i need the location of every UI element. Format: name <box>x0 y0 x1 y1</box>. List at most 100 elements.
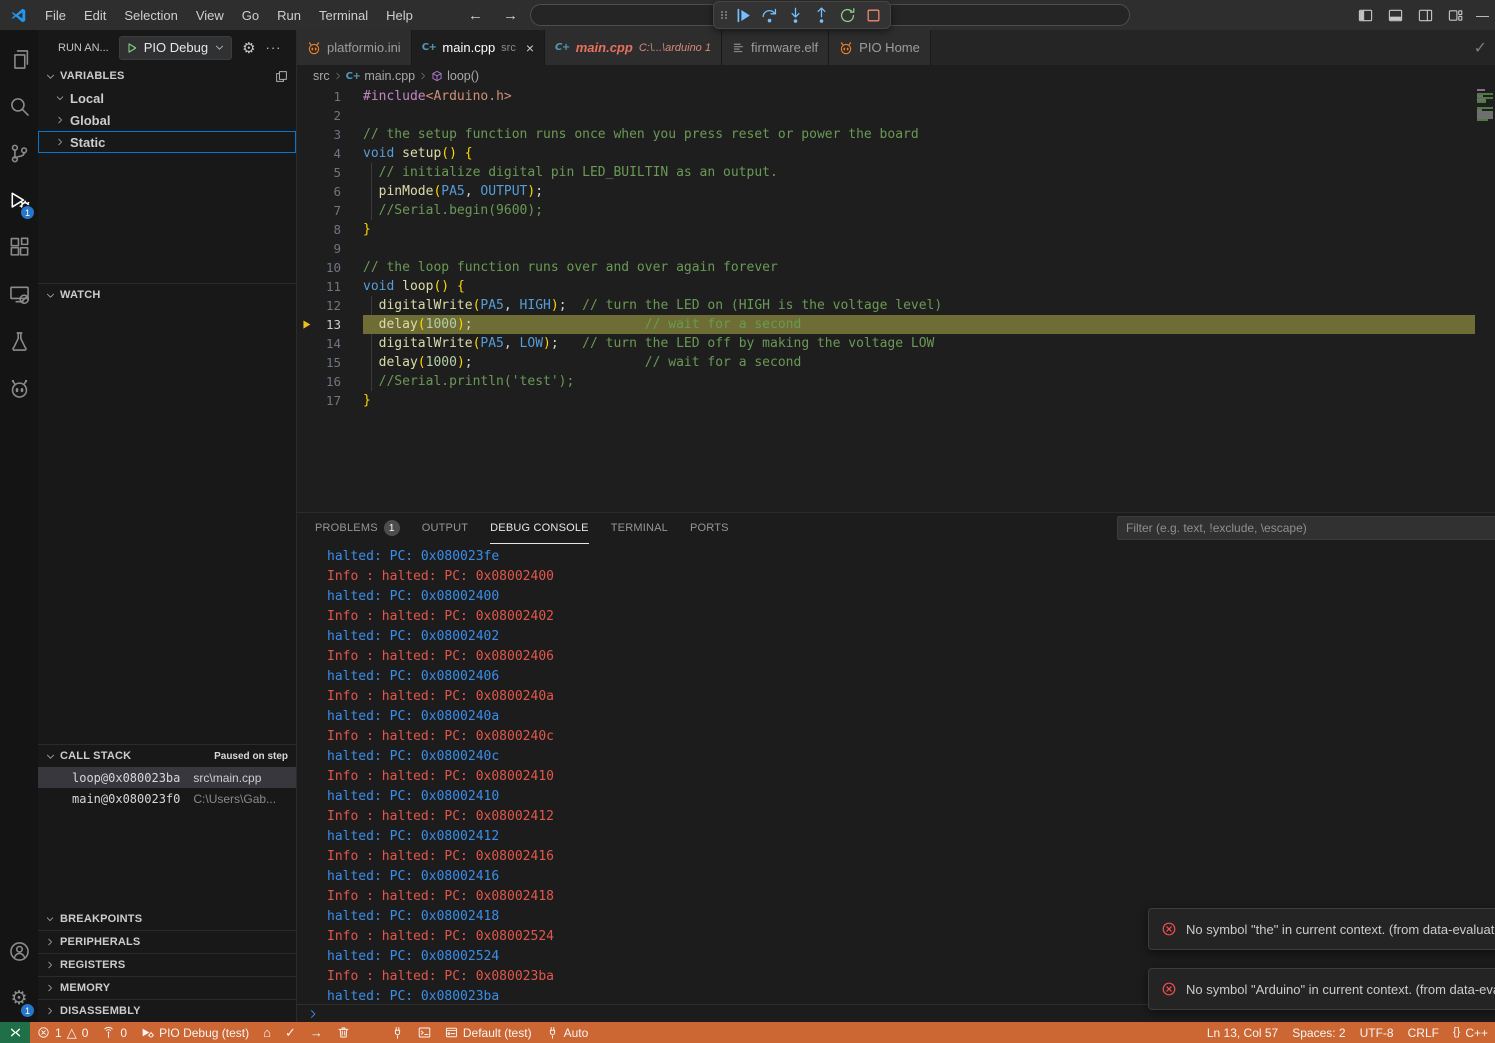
activity-settings[interactable]: ⚙1 <box>0 975 38 1022</box>
glyph-margin[interactable] <box>297 334 317 353</box>
continue-button[interactable] <box>731 3 755 27</box>
tab-pio-home[interactable]: PIO Home <box>829 30 931 65</box>
restart-button[interactable] <box>835 3 859 27</box>
pio-test-button[interactable] <box>357 1022 384 1043</box>
disassembly-header[interactable]: DISASSEMBLY <box>38 1000 296 1022</box>
menu-view[interactable]: View <box>187 0 233 30</box>
breakpoints-header[interactable]: BREAKPOINTS <box>38 908 296 930</box>
activity-remote-explorer[interactable] <box>0 271 38 318</box>
line-content[interactable] <box>363 239 1475 258</box>
glyph-margin[interactable] <box>297 201 317 220</box>
panel-tab-output[interactable]: OUTPUT <box>422 513 468 544</box>
glyph-margin[interactable] <box>297 296 317 315</box>
activity-source-control[interactable] <box>0 130 38 177</box>
indentation[interactable]: Spaces: 2 <box>1285 1022 1352 1043</box>
variables-scope-global[interactable]: Global <box>38 109 296 131</box>
step-out-button[interactable] <box>809 3 833 27</box>
glyph-margin[interactable] <box>297 258 317 277</box>
tab-firmware-elf[interactable]: firmware.elf <box>722 30 829 65</box>
line-content[interactable]: } <box>363 391 1475 410</box>
activity-accounts[interactable] <box>0 928 38 975</box>
gear-icon[interactable]: ⚙ <box>242 39 255 57</box>
glyph-margin[interactable] <box>297 144 317 163</box>
pio-build-button[interactable]: ✓ <box>278 1022 303 1043</box>
line-content[interactable]: digitalWrite(PA5, LOW); // turn the LED … <box>363 334 1475 353</box>
console-filter-input[interactable] <box>1117 516 1495 540</box>
glyph-margin[interactable] <box>297 220 317 239</box>
forward-icon[interactable]: → <box>503 7 518 24</box>
line-content[interactable]: // the loop function runs over and over … <box>363 258 1475 277</box>
step-over-button[interactable] <box>757 3 781 27</box>
menu-go[interactable]: Go <box>233 0 268 30</box>
activity-extensions[interactable] <box>0 224 38 271</box>
variables-scope-static[interactable]: Static <box>38 131 296 153</box>
pio-serial-monitor-button[interactable] <box>384 1022 411 1043</box>
line-content[interactable]: //Serial.println('test'); <box>363 372 1475 391</box>
pio-terminal-button[interactable] <box>411 1022 438 1043</box>
toggle-sidebar-left-icon[interactable] <box>1358 8 1373 23</box>
pio-clean-button[interactable] <box>330 1022 357 1043</box>
line-content[interactable]: delay(1000); // wait for a second <box>363 315 1475 334</box>
stop-button[interactable] <box>861 3 885 27</box>
memory-header[interactable]: MEMORY <box>38 977 296 999</box>
glyph-margin[interactable] <box>297 239 317 258</box>
line-content[interactable] <box>363 106 1475 125</box>
tab-platformio-ini[interactable]: platformio.ini <box>297 30 412 65</box>
peripherals-header[interactable]: PERIPHERALS <box>38 931 296 953</box>
language-mode[interactable]: {}C++ <box>1446 1022 1495 1043</box>
cursor-position[interactable]: Ln 13, Col 57 <box>1200 1022 1285 1043</box>
breadcrumb-src[interactable]: src <box>313 69 330 83</box>
activity-search[interactable] <box>0 83 38 130</box>
menu-run[interactable]: Run <box>268 0 310 30</box>
glyph-margin[interactable] <box>297 182 317 201</box>
step-into-button[interactable] <box>783 3 807 27</box>
copy-icon[interactable] <box>275 70 288 83</box>
line-content[interactable]: #include<Arduino.h> <box>363 87 1475 106</box>
toggle-sidebar-right-icon[interactable] <box>1418 8 1433 23</box>
pio-serial-ports[interactable]: 0 <box>95 1022 134 1043</box>
watch-header[interactable]: WATCH <box>38 284 296 306</box>
panel-tab-problems[interactable]: PROBLEMS1 <box>315 513 400 544</box>
activity-run-and-debug[interactable]: 1 <box>0 177 38 224</box>
menu-help[interactable]: Help <box>377 0 422 30</box>
stack-frame[interactable]: loop@0x080023basrc\main.cpp <box>38 767 296 788</box>
back-icon[interactable]: ← <box>468 7 483 24</box>
pio-env-switcher[interactable]: Default (test) <box>438 1022 539 1043</box>
glyph-margin[interactable] <box>297 106 317 125</box>
more-actions-icon[interactable]: ··· <box>266 40 282 55</box>
toggle-layout-custom-icon[interactable] <box>1448 8 1463 23</box>
variables-scope-local[interactable]: Local <box>38 87 296 109</box>
variables-header[interactable]: VARIABLES <box>38 65 296 87</box>
notification-toast[interactable]: No symbol "the" in current context. (fro… <box>1148 908 1495 950</box>
copy-icon[interactable] <box>275 70 288 83</box>
eol-sequence[interactable]: CRLF <box>1401 1022 1446 1043</box>
line-content[interactable]: pinMode(PA5, OUTPUT); <box>363 182 1475 201</box>
breadcrumb-maincpp[interactable]: C+main.cpp <box>346 69 415 83</box>
breadcrumb-loop[interactable]: loop() <box>431 69 479 83</box>
problems-summary[interactable]: 1△0 <box>30 1022 95 1043</box>
glyph-margin[interactable] <box>297 277 317 296</box>
glyph-margin[interactable] <box>297 125 317 144</box>
line-content[interactable]: // initialize digital pin LED_BUILTIN as… <box>363 163 1475 182</box>
stack-frame[interactable]: main@0x080023f0C:\Users\Gab... <box>38 788 296 809</box>
glyph-margin[interactable] <box>297 391 317 410</box>
line-content[interactable]: void setup() { <box>363 144 1475 163</box>
call-stack-header[interactable]: CALL STACK Paused on step <box>38 745 296 767</box>
menu-selection[interactable]: Selection <box>115 0 186 30</box>
line-content[interactable]: delay(1000); // wait for a second <box>363 353 1475 372</box>
debug-config-select[interactable]: PIO Debug <box>119 36 232 60</box>
glyph-margin[interactable] <box>297 353 317 372</box>
pio-home-button[interactable]: ⌂ <box>256 1022 278 1043</box>
glyph-margin[interactable] <box>297 87 317 106</box>
glyph-margin[interactable] <box>297 372 317 391</box>
activity-explorer[interactable] <box>0 36 38 83</box>
menu-file[interactable]: File <box>36 0 75 30</box>
remote-indicator[interactable] <box>0 1022 30 1043</box>
glyph-margin[interactable] <box>297 315 317 334</box>
line-content[interactable]: //Serial.begin(9600); <box>363 201 1475 220</box>
minimize-icon[interactable]: — <box>1476 8 1489 23</box>
menu-edit[interactable]: Edit <box>75 0 115 30</box>
line-content[interactable]: digitalWrite(PA5, HIGH); // turn the LED… <box>363 296 1475 315</box>
registers-header[interactable]: REGISTERS <box>38 954 296 976</box>
pio-upload-port[interactable]: Auto <box>539 1022 596 1043</box>
